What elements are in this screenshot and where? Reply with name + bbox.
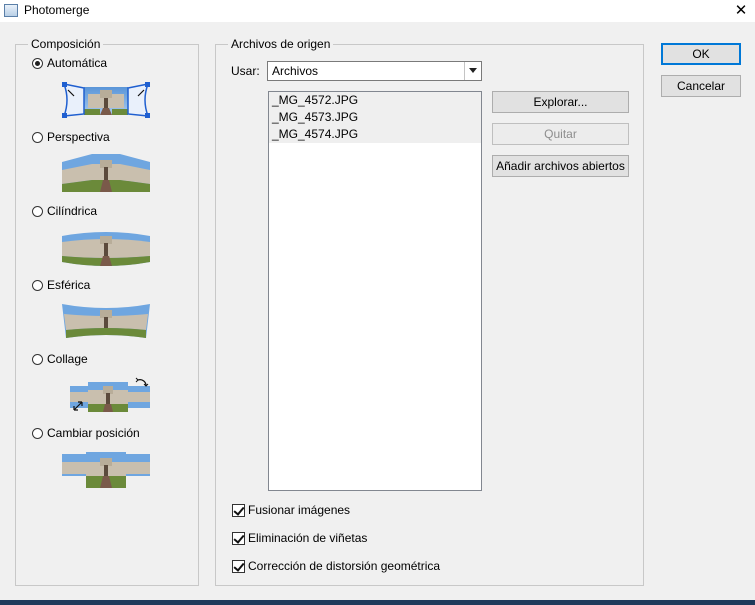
remove-button[interactable]: Quitar <box>492 123 629 145</box>
chevron-down-icon[interactable] <box>464 62 481 80</box>
use-dropdown-value: Archivos <box>272 64 319 78</box>
radio-spherical[interactable]: Esférica <box>32 277 90 293</box>
radio-button[interactable] <box>32 279 43 291</box>
collage-layout-icon[interactable] <box>66 376 156 416</box>
checkbox[interactable] <box>232 559 245 573</box>
photomerge-app-icon <box>4 4 18 17</box>
auto-layout-icon[interactable] <box>60 80 152 118</box>
radio-label-cylindrical: Cilíndrica <box>47 204 98 218</box>
radio-reposition[interactable]: Cambiar posición <box>32 425 140 441</box>
window-title: Photomerge <box>24 3 90 17</box>
option-label: Fusionar imágenes <box>248 503 351 517</box>
browse-button[interactable]: Explorar... <box>492 91 629 113</box>
source-files-legend: Archivos de origen <box>228 37 334 51</box>
radio-button[interactable] <box>32 353 43 365</box>
radio-button[interactable] <box>32 427 43 439</box>
cancel-button[interactable]: Cancelar <box>661 75 741 97</box>
add-open-files-button[interactable]: Añadir archivos abiertos <box>492 155 629 177</box>
radio-label-perspective: Perspectiva <box>47 130 110 144</box>
ok-button[interactable]: OK <box>661 43 741 65</box>
file-list[interactable]: _MG_4572.JPG _MG_4573.JPG _MG_4574.JPG <box>268 91 482 491</box>
option-vignette-removal[interactable]: Eliminación de viñetas <box>232 530 367 546</box>
list-item[interactable]: _MG_4573.JPG <box>269 109 481 126</box>
option-label: Corrección de distorsión geométrica <box>248 559 441 573</box>
radio-auto[interactable]: Automática <box>32 55 107 71</box>
perspective-layout-icon[interactable] <box>60 154 152 192</box>
radio-button[interactable] <box>32 57 43 69</box>
use-label: Usar: <box>231 64 260 78</box>
radio-perspective[interactable]: Perspectiva <box>32 129 110 145</box>
radio-label-collage: Collage <box>47 352 88 366</box>
radio-button[interactable] <box>32 205 43 217</box>
radio-label-reposition: Cambiar posición <box>47 426 140 440</box>
layout-group-legend: Composición <box>28 37 104 51</box>
use-dropdown[interactable]: Archivos <box>267 61 482 81</box>
reposition-layout-icon[interactable] <box>60 450 152 488</box>
close-icon[interactable]: ✕ <box>727 0 755 22</box>
list-item[interactable]: _MG_4572.JPG <box>269 92 481 109</box>
radio-collage[interactable]: Collage <box>32 351 88 367</box>
option-label: Eliminación de viñetas <box>248 531 368 545</box>
list-item[interactable]: _MG_4574.JPG <box>269 126 481 143</box>
radio-label-spherical: Esférica <box>47 278 91 292</box>
taskbar-edge <box>0 600 755 605</box>
checkbox[interactable] <box>232 531 245 545</box>
radio-button[interactable] <box>32 131 43 143</box>
checkbox[interactable] <box>232 503 245 517</box>
title-bar: Photomerge ✕ <box>0 0 755 22</box>
option-blend-images[interactable]: Fusionar imágenes <box>232 502 350 518</box>
cylindrical-layout-icon[interactable] <box>60 228 152 268</box>
spherical-layout-icon[interactable] <box>62 302 150 340</box>
option-distortion-correction[interactable]: Corrección de distorsión geométrica <box>232 558 440 574</box>
radio-cylindrical[interactable]: Cilíndrica <box>32 203 97 219</box>
radio-label-auto: Automática <box>47 56 108 70</box>
